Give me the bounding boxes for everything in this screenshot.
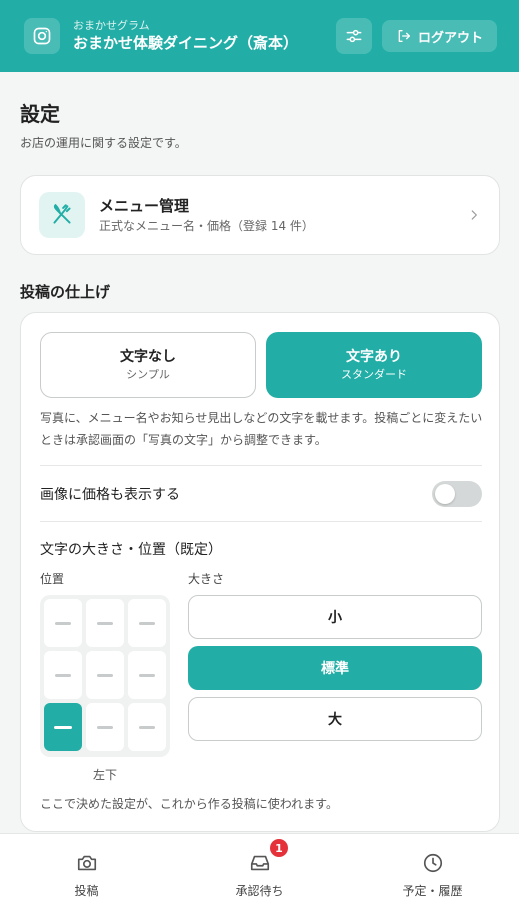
divider — [40, 521, 482, 522]
bottom-nav: 投稿 1 承認待ち 予定・履歴 — [0, 833, 519, 900]
position-selected-caption: 左下 — [92, 768, 117, 782]
menu-text: メニュー管理 正式なメニュー名・価格（登録 14 件） — [99, 195, 467, 235]
menu-management-card[interactable]: メニュー管理 正式なメニュー名・価格（登録 14 件） — [20, 175, 500, 255]
section-title-finish: 投稿の仕上げ — [20, 283, 111, 301]
option-no-text[interactable]: 文字なし シンプル — [40, 332, 256, 398]
instagram-icon — [33, 27, 51, 45]
size-large-button[interactable]: 大 — [188, 697, 482, 741]
text-settings-heading: 文字の大きさ・位置（既定） — [40, 542, 222, 558]
settings-button[interactable] — [335, 18, 372, 54]
option-subtitle: スタンダード — [341, 368, 407, 381]
pending-count-badge: 1 — [270, 839, 288, 857]
size-standard-button[interactable]: 標準 — [188, 646, 482, 690]
fork-knife-icon — [53, 203, 71, 224]
menu-icon-tile — [39, 192, 85, 238]
position-bottom-right[interactable] — [128, 703, 166, 751]
menu-title: メニュー管理 — [99, 197, 190, 215]
size-label: 大きさ — [188, 572, 225, 586]
nav-label: 承認待ち — [235, 884, 284, 898]
position-label: 位置 — [40, 572, 65, 586]
app-header: おまかせグラム おまかせ体験ダイニング（斎本） ログアウト — [0, 0, 519, 72]
logout-icon — [398, 30, 410, 42]
nav-item-schedule-history[interactable]: 予定・履歴 — [346, 834, 519, 900]
option-with-text[interactable]: 文字あり スタンダード — [266, 332, 482, 398]
option-subtitle: シンプル — [126, 368, 170, 381]
app-name: おまかせグラム — [73, 19, 150, 32]
nav-label: 予定・履歴 — [402, 884, 463, 898]
nav-label: 投稿 — [74, 884, 99, 898]
price-toggle[interactable] — [432, 481, 482, 507]
menu-description: 正式なメニュー名・価格（登録 14 件） — [99, 219, 314, 233]
page-subtitle: お店の運用に関する設定です。 — [20, 136, 187, 150]
store-name: おまかせ体験ダイニング（斎本） — [73, 34, 299, 52]
price-toggle-row: 画像に価格も表示する — [40, 481, 482, 507]
option-title: 文字あり — [346, 349, 402, 365]
divider — [40, 465, 482, 466]
page-title: 設定 — [20, 102, 60, 126]
brand: おまかせグラム おまかせ体験ダイニング（斎本） — [73, 19, 336, 53]
position-bottom-center[interactable] — [86, 703, 124, 751]
logout-button[interactable]: ログアウト — [381, 20, 497, 52]
position-middle-right[interactable] — [128, 651, 166, 699]
position-bottom-left[interactable] — [44, 703, 82, 751]
finish-description: 写真に、メニュー名やお知らせ見出しなどの文字を載せます。投稿ごとに変えたいときは… — [40, 411, 483, 447]
sliders-icon — [346, 29, 362, 43]
position-top-left[interactable] — [44, 599, 82, 647]
option-title: 文字なし — [120, 349, 176, 365]
logout-label: ログアウト — [417, 30, 483, 46]
toggle-knob — [435, 484, 455, 504]
camera-icon — [77, 855, 96, 871]
chevron-right-icon — [471, 210, 477, 220]
nav-item-post[interactable]: 投稿 — [0, 834, 173, 900]
size-small-button[interactable]: 小 — [188, 595, 482, 639]
clock-icon — [423, 853, 442, 873]
price-toggle-label: 画像に価格も表示する — [40, 487, 180, 503]
instagram-button[interactable] — [24, 18, 60, 54]
position-top-right[interactable] — [128, 599, 166, 647]
position-middle-center[interactable] — [86, 651, 124, 699]
settings-footnote: ここで決めた設定が、これから作る投稿に使われます。 — [40, 797, 338, 811]
position-middle-left[interactable] — [44, 651, 82, 699]
position-top-center[interactable] — [86, 599, 124, 647]
nav-item-pending[interactable]: 1 承認待ち — [173, 834, 346, 900]
position-grid — [40, 595, 170, 757]
inbox-icon — [250, 855, 269, 871]
finish-settings-card: 文字なし シンプル 文字あり スタンダード 写真に、メニュー名やお知らせ見出しな… — [20, 312, 500, 832]
